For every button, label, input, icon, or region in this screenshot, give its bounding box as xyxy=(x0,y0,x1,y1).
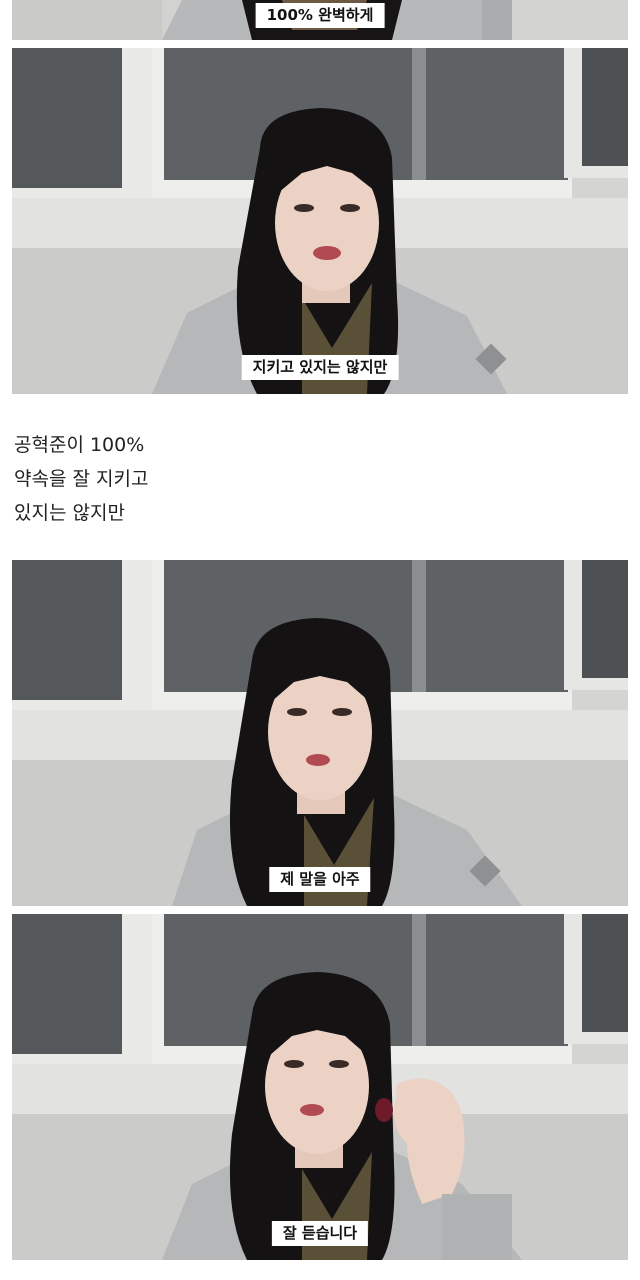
subtitle: 잘 듣습니다 xyxy=(271,1221,369,1246)
video-frame-4: 잘 듣습니다 xyxy=(12,914,628,1260)
frame-image xyxy=(12,560,628,906)
post-caption: 공혁준이 100% 약속을 잘 지키고 있지는 않지만 xyxy=(14,428,148,530)
subtitle: 지키고 있지는 않지만 xyxy=(241,355,399,380)
caption-line: 있지는 않지만 xyxy=(14,502,125,524)
caption-line: 약속을 잘 지키고 xyxy=(14,468,149,490)
frame-image xyxy=(12,914,628,1260)
frame-image xyxy=(12,48,628,394)
subtitle: 100% 완벽하게 xyxy=(255,3,385,28)
subtitle: 제 말을 아주 xyxy=(269,867,371,892)
video-frame-3: 제 말을 아주 xyxy=(12,560,628,906)
video-frame-1: 100% 완벽하게 xyxy=(12,0,628,40)
caption-line: 공혁준이 100% xyxy=(14,434,145,456)
video-frame-2: 지키고 있지는 않지만 xyxy=(12,48,628,394)
